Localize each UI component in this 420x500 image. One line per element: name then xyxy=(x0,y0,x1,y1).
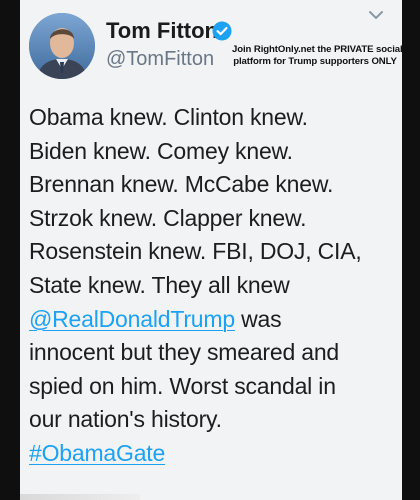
promo-overlay-text: Join RightOnly.net the PRIVATE social pl… xyxy=(232,44,402,68)
tweet-text-fragment: was xyxy=(234,305,282,332)
tweet-line: Rosenstein knew. FBI, DOJ, CIA, xyxy=(29,238,362,265)
cropped-watermark xyxy=(20,494,140,500)
tweet-text: Obama knew. Clinton knew. Biden knew. Co… xyxy=(29,101,399,471)
chevron-down-icon[interactable] xyxy=(368,8,384,20)
author-handle[interactable]: @TomFitton xyxy=(106,48,214,71)
profile-photo-icon xyxy=(29,13,95,79)
tweet-line: @RealDonaldTrump was xyxy=(29,303,399,337)
tweet-header: Tom Fitton @TomFitton Join RightOnly.net… xyxy=(20,0,402,92)
tweet-line: spied on him. Worst scandal in xyxy=(29,372,336,399)
verified-badge-icon xyxy=(212,21,232,41)
tweet-line: #ObamaGate xyxy=(29,437,399,471)
tweet-line: Brennan knew. McCabe knew. xyxy=(29,171,334,198)
left-frame-border xyxy=(0,0,20,500)
promo-line: Join RightOnly.net the PRIVATE social xyxy=(232,44,402,55)
tweet-line: Obama knew. Clinton knew. xyxy=(29,104,308,130)
promo-line: platform for Trump supporters ONLY xyxy=(233,56,397,67)
tweet-line: Strzok knew. Clapper knew. xyxy=(29,204,307,231)
hashtag-link[interactable]: #ObamaGate xyxy=(29,440,165,466)
tweet-line: innocent but they smeared and xyxy=(29,339,340,366)
tweet-line: Biden knew. Comey knew. xyxy=(29,137,293,164)
author-display-name[interactable]: Tom Fitton xyxy=(106,18,218,44)
tweet-card: Tom Fitton @TomFitton Join RightOnly.net… xyxy=(20,0,402,500)
tweet-line: State knew. They all knew xyxy=(29,271,290,298)
mention-link[interactable]: @RealDonaldTrump xyxy=(29,306,235,332)
right-frame-border xyxy=(402,0,420,500)
avatar[interactable] xyxy=(29,13,95,79)
tweet-line: our nation's history. xyxy=(29,406,222,433)
